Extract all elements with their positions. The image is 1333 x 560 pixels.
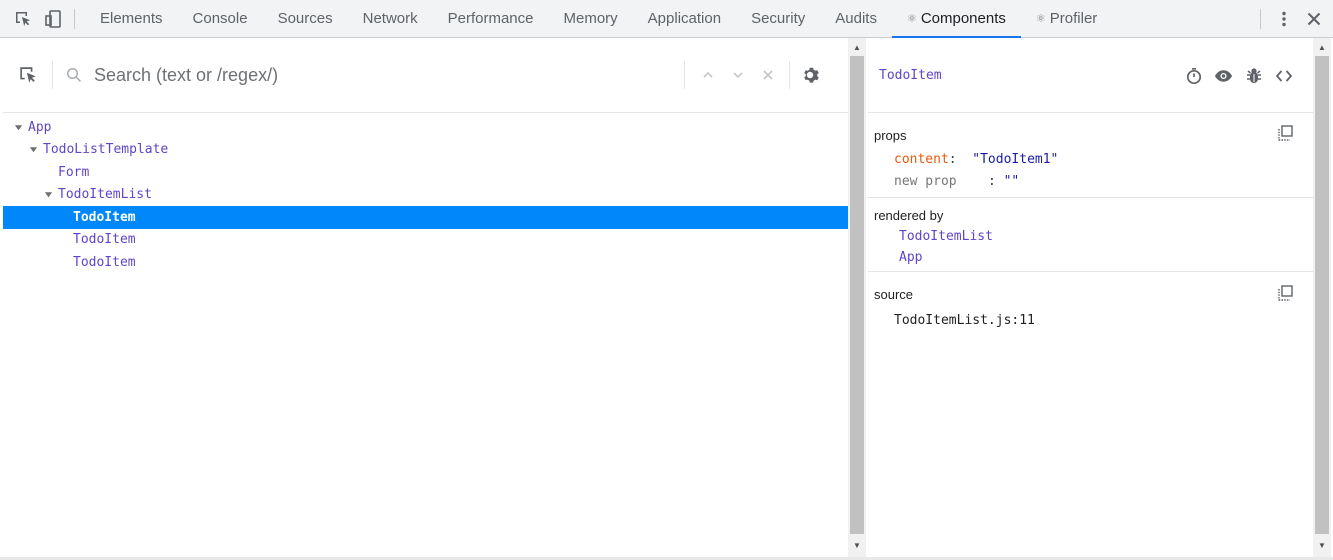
close-devtools-icon[interactable] [1299,0,1329,38]
tab-profiler[interactable]: ⚛ Profiler [1021,0,1112,38]
tab-label: Security [751,10,806,27]
more-options-icon[interactable] [1269,0,1299,38]
source-section: source TodoItemList.js:11 [868,272,1313,332]
tab-label: Elements [100,10,163,27]
props-section: props content: "TodoItem1" new prop : "" [868,113,1313,198]
tree-node-label: TodoItem [73,209,136,225]
tree-node-label: TodoItem [73,232,136,248]
tab-strip: Elements Console Sources Network Perform… [85,0,1112,38]
scroll-down-icon[interactable]: ▼ [1313,538,1331,552]
tree-node-app[interactable]: App [3,116,848,139]
selected-component-name: TodoItem [879,67,942,83]
tree-node-todoitem[interactable]: TodoItem [3,251,848,274]
scrollbar-thumb[interactable] [850,56,864,534]
stopwatch-icon[interactable] [1184,67,1203,85]
rendered-by-section: rendered by TodoItemList App [868,198,1313,272]
react-atom-icon: ⚛ [906,13,917,25]
scrollbar-thumb[interactable] [1315,56,1329,534]
tab-components[interactable]: ⚛ Components [891,0,1021,38]
tab-memory[interactable]: Memory [549,0,633,38]
devtools-toolbar: Elements Console Sources Network Perform… [0,0,1333,38]
react-atom-icon: ⚛ [1035,13,1046,25]
search-navigation [684,61,783,89]
props-title: props [874,128,907,143]
view-source-icon[interactable] [1274,67,1293,85]
tree-node-todoitem-selected[interactable]: TodoItem [3,206,848,229]
prop-key: content [894,152,949,167]
expand-triangle-icon[interactable] [13,123,23,132]
rendered-by-title: rendered by [874,208,944,223]
component-tree: App TodoListTemplate Form TodoItemList T… [3,113,848,274]
expand-triangle-icon[interactable] [28,145,38,154]
tab-application[interactable]: Application [633,0,736,38]
copy-props-icon[interactable] [1277,125,1293,146]
scroll-up-icon[interactable]: ▲ [1313,40,1331,54]
tab-label: Audits [835,10,877,27]
tree-node-todolisttemplate[interactable]: TodoListTemplate [3,139,848,162]
bug-icon[interactable] [1244,67,1263,85]
source-title: source [874,287,914,302]
inspector-scrollbar[interactable]: ▲ ▼ [1313,38,1331,557]
eye-icon[interactable] [1214,67,1233,85]
copy-source-icon[interactable] [1277,285,1293,306]
tree-node-todoitem[interactable]: TodoItem [3,229,848,252]
rendered-by-owner[interactable]: App [899,250,922,265]
tab-security[interactable]: Security [736,0,820,38]
scroll-up-icon[interactable]: ▲ [848,40,866,54]
tab-label: Application [647,10,722,27]
tree-node-label: TodoItem [73,254,136,270]
inspector-header: TodoItem [868,38,1313,113]
tab-network[interactable]: Network [348,0,433,38]
tab-label: Profiler [1049,10,1098,27]
prop-row-content[interactable]: content: "TodoItem1" [894,152,1058,167]
tree-node-todoitemlist[interactable]: TodoItemList [3,184,848,207]
new-prop-value[interactable]: "" [1004,174,1020,189]
tab-performance[interactable]: Performance [433,0,549,38]
clear-search-icon[interactable] [753,68,783,82]
source-file-location[interactable]: TodoItemList.js:11 [894,313,1035,328]
tree-node-form[interactable]: Form [3,161,848,184]
tree-node-label: App [28,119,52,135]
tree-node-label: TodoListTemplate [43,142,169,158]
select-element-icon[interactable] [3,61,53,89]
search-input[interactable] [94,60,664,90]
tab-sources[interactable]: Sources [263,0,348,38]
tab-label: Performance [447,10,534,27]
tab-label: Console [192,10,248,27]
rendered-by-owner[interactable]: TodoItemList [899,229,993,244]
tree-node-label: Form [58,164,90,180]
tab-label: Memory [563,10,618,27]
tree-scrollbar[interactable]: ▲ ▼ [848,38,866,557]
prop-colon: : [987,174,996,189]
toolbar-separator [74,8,75,29]
next-result-icon[interactable] [723,68,753,82]
component-tree-pane: App TodoListTemplate Form TodoItemList T… [3,38,848,557]
expand-triangle-icon[interactable] [43,190,53,199]
toolbar-separator [1260,9,1261,29]
tab-label: Sources [277,10,333,27]
tree-node-label: TodoItemList [58,187,152,203]
inspect-element-icon[interactable] [8,0,38,38]
tab-label: Components [920,10,1006,27]
tab-audits[interactable]: Audits [820,0,892,38]
prop-value[interactable]: "TodoItem1" [972,152,1058,167]
tab-elements[interactable]: Elements [85,0,178,38]
prop-row-new-prop[interactable]: new prop : "" [894,174,1019,189]
tree-search-bar [3,38,848,113]
toolbar-right-group [1260,0,1333,38]
prop-colon: : [948,152,957,167]
tab-console[interactable]: Console [178,0,263,38]
scroll-down-icon[interactable]: ▼ [848,538,866,552]
inspector-actions [1184,38,1293,113]
previous-result-icon[interactable] [693,68,723,82]
device-toolbar-icon[interactable] [38,0,68,38]
search-icon [66,67,82,83]
settings-gear-icon[interactable] [789,61,820,89]
new-prop-key[interactable]: new prop [894,174,957,189]
tab-label: Network [362,10,418,27]
inspector-pane: TodoItem props content: "TodoItem1" new … [868,38,1313,557]
